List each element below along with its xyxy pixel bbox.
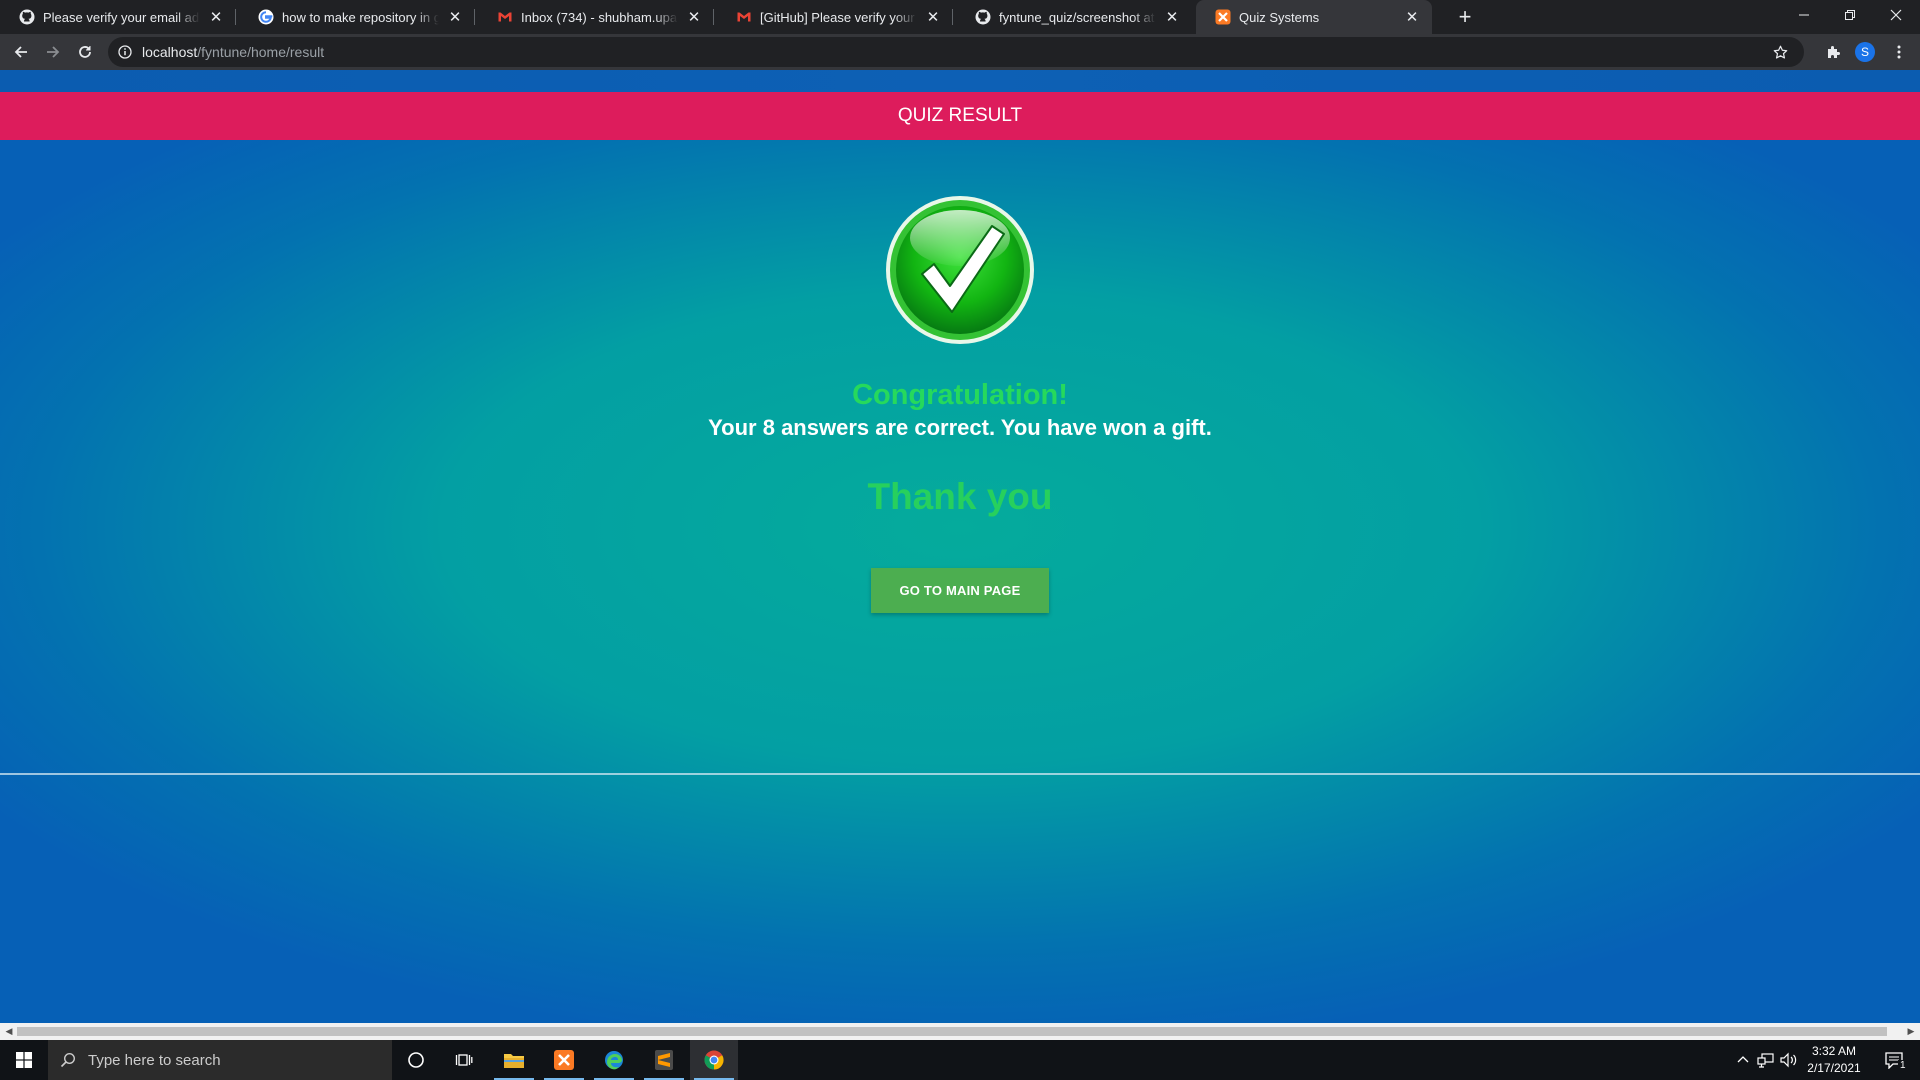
browser-menu-button[interactable] [1885, 38, 1913, 66]
divider [0, 773, 1920, 775]
windows-taskbar: Type here to search 3:32 AM 2/17/2021 1 [0, 1040, 1920, 1080]
tab-fyntune-screenshot[interactable]: fyntune_quiz/screenshot at main ✕ [956, 0, 1192, 34]
restore-button[interactable] [1827, 0, 1873, 30]
chevron-up-icon [1737, 1056, 1749, 1063]
network-icon [1757, 1053, 1774, 1068]
result-message: Your 8 answers are correct. You have won… [708, 415, 1212, 440]
forward-button[interactable] [39, 38, 67, 66]
browser-tab-strip: Please verify your email address ✕ how t… [0, 0, 1920, 34]
info-icon[interactable] [118, 45, 132, 59]
close-window-button[interactable] [1873, 0, 1919, 30]
extensions-button[interactable] [1819, 38, 1847, 66]
xampp-icon [554, 1050, 574, 1070]
minimize-button[interactable] [1781, 0, 1827, 30]
sublime-text-icon [655, 1050, 673, 1070]
folder-icon [504, 1054, 524, 1068]
reload-button[interactable] [71, 38, 99, 66]
tab-separator [474, 9, 475, 25]
search-icon [60, 1052, 76, 1068]
gmail-icon [497, 9, 513, 25]
taskbar-search-input[interactable]: Type here to search [48, 1040, 392, 1080]
chrome-icon [704, 1050, 724, 1070]
network-button[interactable] [1755, 1040, 1777, 1080]
search-placeholder: Type here to search [88, 1051, 221, 1069]
scrollbar-thumb[interactable] [17, 1027, 1887, 1036]
cortana-icon [408, 1052, 424, 1068]
task-view-icon [455, 1054, 473, 1066]
tab-github-verify[interactable]: [GitHub] Please verify your email ✕ [717, 0, 953, 34]
horizontal-scrollbar[interactable]: ◀ ▶ [0, 1023, 1920, 1040]
google-icon [258, 9, 274, 25]
arrow-left-icon [14, 46, 27, 58]
github-icon [975, 9, 991, 25]
taskbar-clock[interactable]: 3:32 AM 2/17/2021 [1800, 1043, 1868, 1077]
tab-title: Inbox (734) - shubham.upadhyay [521, 9, 678, 25]
page-title: QUIZ RESULT [0, 92, 1920, 140]
top-strip [0, 70, 1920, 92]
close-icon[interactable]: ✕ [206, 7, 226, 27]
tab-separator [952, 9, 953, 25]
close-icon[interactable]: ✕ [1162, 7, 1182, 27]
page-viewport: QUIZ RESULT Congratulation! Your 8 answe… [0, 70, 1920, 1023]
cortana-button[interactable] [392, 1040, 440, 1080]
volume-button[interactable] [1778, 1040, 1800, 1080]
close-icon[interactable]: ✕ [923, 7, 943, 27]
edge-icon [605, 1051, 623, 1070]
checkmark-icon [886, 196, 1034, 344]
tab-title: [GitHub] Please verify your email [760, 9, 917, 25]
back-button[interactable] [7, 38, 35, 66]
arrow-right-icon [47, 46, 60, 58]
sublime-text-button[interactable] [640, 1040, 688, 1080]
edge-button[interactable] [590, 1040, 638, 1080]
address-bar[interactable]: localhost/fyntune/home/result [108, 37, 1804, 67]
file-explorer-button[interactable] [490, 1040, 538, 1080]
tab-quiz-systems[interactable]: Quiz Systems ✕ [1196, 0, 1432, 34]
show-hidden-icons-button[interactable] [1733, 1040, 1753, 1080]
close-icon[interactable]: ✕ [684, 7, 704, 27]
tab-title: how to make repository in github [282, 9, 439, 25]
reload-icon [79, 46, 91, 58]
congratulation-heading: Congratulation! [852, 379, 1068, 411]
xampp-icon [1215, 9, 1231, 25]
windows-logo-icon [16, 1052, 32, 1068]
browser-toolbar: localhost/fyntune/home/result S [0, 34, 1920, 70]
tab-separator [235, 9, 236, 25]
start-button[interactable] [0, 1040, 48, 1080]
clock-date: 2/17/2021 [1807, 1061, 1861, 1075]
puzzle-icon [1828, 46, 1840, 58]
gmail-icon [736, 9, 752, 25]
tab-github-search[interactable]: how to make repository in github ✕ [239, 0, 475, 34]
new-tab-button[interactable]: + [1452, 4, 1478, 30]
github-icon [19, 9, 35, 25]
url-host: localhost [142, 44, 198, 60]
tab-title: Quiz Systems [1239, 9, 1320, 25]
tab-verify-email[interactable]: Please verify your email address ✕ [0, 0, 236, 34]
scroll-right-icon[interactable]: ▶ [1905, 1026, 1917, 1037]
profile-avatar[interactable]: S [1855, 42, 1875, 62]
url-path: /fyntune/home/result [197, 44, 325, 60]
task-view-button[interactable] [440, 1040, 488, 1080]
thank-you-text: Thank you [867, 476, 1053, 517]
url-text[interactable]: localhost/fyntune/home/result [142, 44, 324, 60]
chrome-button[interactable] [690, 1040, 738, 1080]
speaker-icon [1780, 1052, 1797, 1068]
clock-time: 3:32 AM [1811, 1044, 1857, 1058]
kebab-menu-icon [1897, 45, 1901, 59]
tab-separator [713, 9, 714, 25]
tab-title: fyntune_quiz/screenshot at main [999, 9, 1156, 25]
tab-title: Please verify your email address [43, 9, 200, 25]
scroll-left-icon[interactable]: ◀ [3, 1026, 15, 1037]
close-icon[interactable]: ✕ [1402, 7, 1422, 27]
star-icon[interactable] [1773, 45, 1788, 60]
tab-inbox[interactable]: Inbox (734) - shubham.upadhyay ✕ [478, 0, 714, 34]
close-icon[interactable]: ✕ [445, 7, 465, 27]
action-center-button[interactable]: 1 [1874, 1040, 1914, 1080]
notification-count: 1 [1898, 1060, 1908, 1072]
go-to-main-page-button[interactable]: GO TO MAIN PAGE [871, 568, 1049, 613]
xampp-button[interactable] [540, 1040, 588, 1080]
